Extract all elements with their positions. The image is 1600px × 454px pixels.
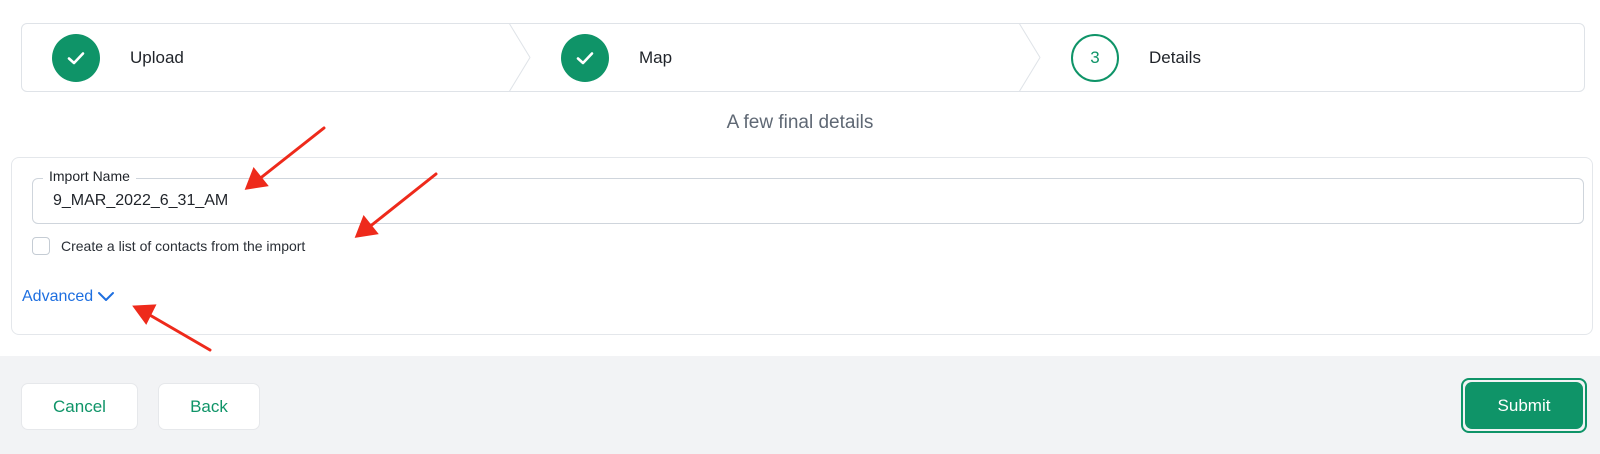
create-list-label[interactable]: Create a list of contacts from the impor…: [61, 238, 305, 254]
import-name-label: Import Name: [43, 168, 136, 184]
back-button[interactable]: Back: [158, 383, 260, 430]
submit-button[interactable]: Submit: [1465, 382, 1583, 429]
details-card: Import Name Create a list of contacts fr…: [11, 157, 1593, 335]
progress-stepper: Upload Map 3 Details: [21, 23, 1585, 92]
step-separator: [508, 23, 531, 92]
footer-bar: Cancel Back Submit: [0, 356, 1600, 454]
create-list-checkbox[interactable]: [32, 237, 50, 255]
step-upload: Upload: [52, 24, 184, 91]
step-number: 3: [1071, 33, 1119, 82]
advanced-label[interactable]: Advanced: [22, 288, 93, 306]
step-label: Details: [1149, 47, 1201, 67]
page-subtitle: A few final details: [726, 112, 874, 133]
cancel-button[interactable]: Cancel: [21, 383, 138, 430]
check-icon: [561, 33, 609, 82]
import-name-input[interactable]: [53, 189, 1553, 213]
submit-focus-ring: Submit: [1461, 378, 1587, 433]
step-separator: [1018, 23, 1041, 92]
step-map: Map: [561, 24, 672, 91]
step-details: 3 Details: [1071, 24, 1201, 91]
advanced-toggle[interactable]: Advanced: [22, 288, 115, 306]
check-icon: [52, 33, 100, 82]
import-name-field: Import Name: [32, 168, 1584, 224]
chevron-down-icon[interactable]: [97, 291, 115, 303]
step-label: Upload: [130, 47, 184, 67]
create-list-option[interactable]: Create a list of contacts from the impor…: [32, 237, 305, 255]
step-label: Map: [639, 47, 673, 67]
